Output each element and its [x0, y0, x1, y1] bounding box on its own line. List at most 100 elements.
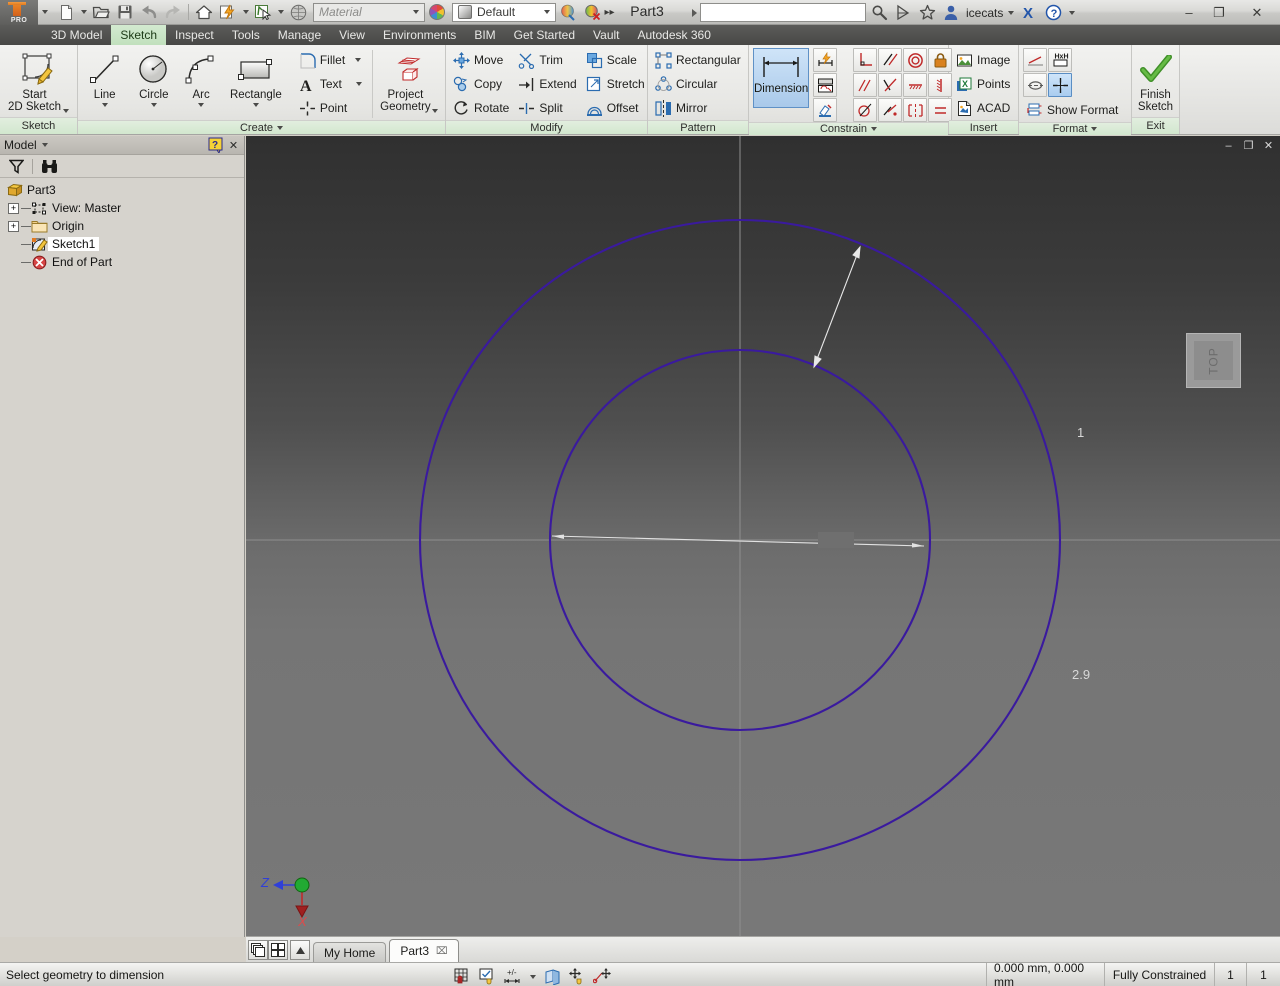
stretch-button[interactable]: Stretch [583, 72, 651, 96]
coincident-icon[interactable] [878, 98, 903, 122]
rectangular-pattern-button[interactable]: Rectangular [652, 48, 747, 72]
tab-vault[interactable]: Vault [584, 25, 628, 45]
search-box[interactable] [688, 3, 866, 22]
center-point-icon[interactable] [1048, 73, 1072, 97]
help-icon[interactable]: ? [1042, 2, 1064, 24]
update-caret[interactable] [240, 1, 251, 24]
select-icon[interactable] [251, 1, 275, 24]
undo-icon[interactable] [137, 1, 161, 24]
tab-sketch[interactable]: Sketch [111, 25, 167, 45]
trim-button[interactable]: Trim [515, 48, 582, 72]
project-geometry-button[interactable]: Project Geometry [377, 48, 441, 114]
smooth-icon[interactable] [853, 98, 878, 122]
copy-button[interactable]: Copy [450, 72, 515, 96]
new-file-caret[interactable] [78, 1, 89, 24]
minimize-button[interactable]: – [1174, 0, 1204, 25]
start-2d-sketch-button[interactable]: Start 2D Sketch [4, 48, 73, 114]
panel-format-expand-caret[interactable] [1091, 127, 1098, 131]
user-menu-caret[interactable] [1005, 1, 1016, 24]
expander-icon[interactable]: + [8, 202, 19, 214]
line-caret[interactable] [101, 103, 108, 107]
document-tab-part3[interactable]: Part3 ⌧ [389, 939, 459, 962]
material-dropdown-caret[interactable] [409, 10, 422, 14]
slice-graphics-icon[interactable] [541, 967, 563, 986]
search-expand-caret[interactable] [688, 8, 700, 17]
driven-dimension-icon[interactable]: HxH [1048, 48, 1072, 72]
tab-environments[interactable]: Environments [374, 25, 465, 45]
horizontal-icon[interactable] [903, 73, 928, 97]
construction-line-icon[interactable] [1023, 48, 1047, 72]
diameter-dimension-value[interactable]: 2.9 [1072, 667, 1090, 682]
home-icon[interactable] [192, 1, 216, 24]
split-button[interactable]: Split [515, 96, 582, 120]
viewport-close-button[interactable]: ✕ [1260, 138, 1277, 153]
application-menu-caret[interactable] [38, 0, 52, 25]
perpendicular-icon[interactable] [853, 48, 878, 72]
rectangle-button[interactable]: Rectangle [222, 48, 290, 108]
finish-sketch-button[interactable]: Finish Sketch [1133, 48, 1178, 114]
offset-button[interactable]: Offset [583, 96, 651, 120]
browser-title-caret[interactable] [41, 143, 48, 147]
acad-button[interactable]: ACAD [953, 96, 1016, 120]
new-file-icon[interactable] [54, 1, 78, 24]
dimension-button[interactable]: Dimension [753, 48, 810, 108]
appearance-sphere-icon[interactable] [286, 1, 310, 24]
extend-button[interactable]: Extend [515, 72, 582, 96]
circle-caret[interactable] [150, 103, 157, 107]
tab-inspect[interactable]: Inspect [166, 25, 223, 45]
appearance-dropdown-caret[interactable] [540, 10, 553, 14]
collinear-icon[interactable] [853, 73, 878, 97]
update-icon[interactable] [216, 1, 240, 24]
auto-project-icon[interactable] [591, 967, 613, 986]
constraint-settings-icon[interactable] [813, 98, 838, 122]
circular-pattern-button[interactable]: Circular [652, 72, 747, 96]
close-button[interactable]: ✕ [1234, 0, 1280, 25]
search-icon[interactable] [868, 2, 890, 24]
find-binoculars-icon[interactable] [39, 157, 59, 176]
open-file-icon[interactable] [89, 1, 113, 24]
save-icon[interactable] [113, 1, 137, 24]
signal-icon[interactable] [892, 2, 914, 24]
move-button[interactable]: Move [450, 48, 515, 72]
browser-help-icon[interactable]: ? [208, 137, 224, 153]
mirror-button[interactable]: Mirror [652, 96, 747, 120]
fillet-button[interactable]: Fillet [296, 48, 368, 72]
image-button[interactable]: Image [953, 48, 1016, 72]
concentric-icon[interactable] [903, 48, 928, 72]
centerline-icon[interactable] [1023, 73, 1047, 97]
panel-create-expand-caret[interactable] [277, 125, 284, 130]
scale-button[interactable]: Scale [583, 48, 651, 72]
fillet-caret[interactable] [355, 58, 362, 62]
line-button[interactable]: Line [82, 48, 127, 108]
select-caret[interactable] [275, 1, 286, 24]
view-cube[interactable]: TOP [1186, 333, 1241, 388]
search-input[interactable] [700, 3, 866, 22]
project-geometry-caret[interactable] [431, 109, 438, 113]
panel-constrain-expand-caret[interactable] [871, 127, 878, 131]
appearance-dropdown[interactable]: Default [452, 2, 556, 22]
auto-dimension-icon[interactable] [813, 48, 838, 72]
tree-node-part3[interactable]: Part3 [4, 181, 244, 199]
document-tab-my-home[interactable]: My Home [313, 942, 387, 962]
rectangle-caret[interactable] [252, 103, 259, 107]
tab-tools[interactable]: Tools [223, 25, 269, 45]
cascade-windows-button[interactable] [248, 940, 268, 960]
point-button[interactable]: Point [296, 96, 368, 120]
constraint-inference-icon[interactable] [477, 967, 499, 986]
view-cube-face[interactable]: TOP [1194, 341, 1233, 380]
help-menu-caret[interactable] [1066, 1, 1077, 24]
maximize-restore-button[interactable]: ❐ [1204, 0, 1234, 25]
tree-node-end-of-part[interactable]: End of Part [4, 253, 244, 271]
viewport-restore-button[interactable]: ❐ [1240, 138, 1257, 153]
show-constraints-icon[interactable] [813, 73, 838, 97]
material-color-icon[interactable] [425, 1, 449, 24]
tab-bim[interactable]: BIM [465, 25, 504, 45]
tree-node-origin[interactable]: + Origin [4, 217, 244, 235]
radial-gap-dimension-value[interactable]: 1 [1077, 425, 1084, 440]
user-account-icon[interactable] [940, 2, 962, 24]
clear-appearance-icon[interactable] [580, 1, 604, 24]
parallel-constraint-icon[interactable] [878, 48, 903, 72]
redo-icon[interactable] [161, 1, 185, 24]
start-2d-sketch-caret[interactable] [63, 109, 70, 113]
show-format-button[interactable]: Show Format [1023, 98, 1124, 122]
